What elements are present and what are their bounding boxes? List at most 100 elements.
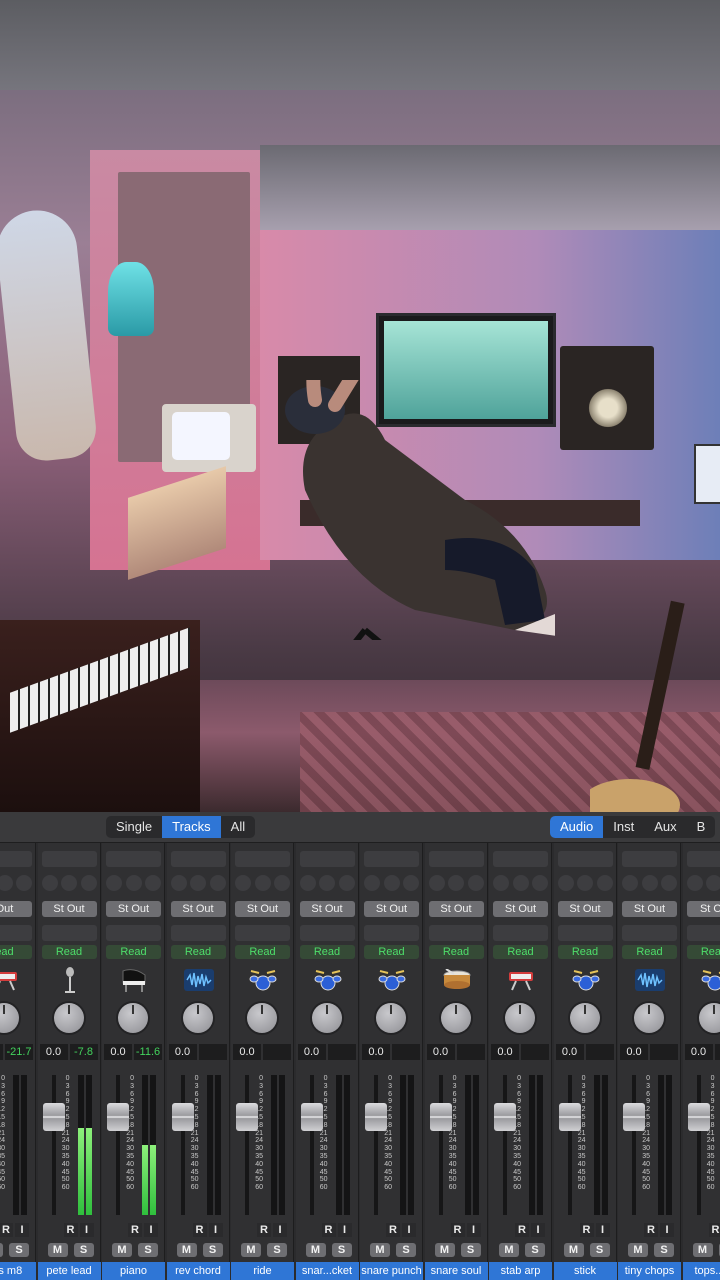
volume-fader[interactable] <box>300 1103 323 1131</box>
drum-kit-icon[interactable] <box>700 965 720 995</box>
automation-mode[interactable]: Read <box>364 945 419 959</box>
group-slot[interactable] <box>428 925 484 941</box>
send-knob[interactable] <box>493 875 509 891</box>
input-monitor-button[interactable]: I <box>531 1223 545 1237</box>
track-name[interactable]: rev chord <box>166 1262 230 1280</box>
pan-knob[interactable] <box>376 1003 406 1033</box>
group-slot[interactable] <box>299 925 355 941</box>
empty-slot[interactable] <box>493 851 548 867</box>
drum-kit-icon[interactable] <box>313 965 343 995</box>
group-slot[interactable] <box>493 925 548 941</box>
mute-button[interactable]: M <box>305 1243 326 1257</box>
record-button[interactable]: R <box>386 1223 400 1237</box>
empty-slot[interactable] <box>622 851 677 867</box>
send-knob[interactable] <box>383 875 400 891</box>
pan-knob[interactable] <box>634 1003 664 1033</box>
mute-button[interactable]: M <box>176 1243 197 1257</box>
input-monitor-button[interactable]: I <box>15 1223 29 1237</box>
automation-mode[interactable]: Read <box>622 945 677 959</box>
solo-button[interactable]: S <box>202 1243 223 1257</box>
mute-button[interactable]: M <box>628 1243 648 1257</box>
send-knob[interactable] <box>125 875 142 891</box>
send-knob[interactable] <box>338 875 355 891</box>
waveform-icon[interactable] <box>183 965 214 995</box>
automation-mode[interactable]: Read <box>557 945 613 959</box>
automation-mode[interactable]: Read <box>299 945 355 959</box>
empty-slot[interactable] <box>235 851 290 867</box>
solo-button[interactable]: S <box>9 1243 29 1257</box>
mute-button[interactable]: M <box>241 1243 261 1257</box>
pan-knob[interactable] <box>53 1003 84 1033</box>
pan-knob[interactable] <box>182 1003 213 1033</box>
automation-mode[interactable]: Read <box>235 945 290 959</box>
keyboard-icon[interactable] <box>506 965 536 995</box>
mute-button[interactable]: M <box>0 1243 3 1257</box>
send-knob[interactable] <box>80 875 97 891</box>
send-knob[interactable] <box>190 875 206 891</box>
send-knob[interactable] <box>0 875 13 891</box>
volume-fader[interactable] <box>429 1103 452 1131</box>
record-button[interactable]: R <box>579 1223 594 1237</box>
filter-audio[interactable]: Audio <box>550 816 604 838</box>
filter-aux[interactable]: Aux <box>644 816 686 838</box>
input-monitor-button[interactable]: I <box>660 1223 674 1237</box>
solo-button[interactable]: S <box>331 1243 352 1257</box>
output-selector[interactable]: St Out <box>622 901 677 917</box>
solo-button[interactable]: S <box>654 1243 674 1257</box>
send-knob[interactable] <box>622 875 638 891</box>
record-button[interactable]: R <box>0 1223 13 1237</box>
output-selector[interactable]: St Out <box>428 901 484 917</box>
pan-knob[interactable] <box>698 1003 720 1033</box>
record-button[interactable]: R <box>450 1223 465 1237</box>
automation-mode[interactable]: Read <box>428 945 484 959</box>
send-knob[interactable] <box>557 875 574 891</box>
pan-knob[interactable] <box>0 1003 19 1033</box>
send-knob[interactable] <box>41 875 58 891</box>
group-slot[interactable] <box>686 925 720 941</box>
record-button[interactable]: R <box>257 1223 271 1237</box>
send-knob[interactable] <box>145 875 161 891</box>
pan-knob[interactable] <box>505 1003 535 1033</box>
pan-knob[interactable] <box>247 1003 277 1033</box>
send-knob[interactable] <box>706 875 720 891</box>
volume-fader[interactable] <box>623 1103 645 1131</box>
track-name[interactable]: ride <box>231 1262 294 1280</box>
automation-mode[interactable]: ead <box>0 945 32 959</box>
snare-drum-icon[interactable] <box>442 965 472 995</box>
send-knob[interactable] <box>596 875 613 891</box>
output-selector[interactable]: St Out <box>235 901 290 917</box>
drum-kit-icon[interactable] <box>248 965 278 995</box>
drum-kit-icon[interactable] <box>571 965 601 995</box>
record-button[interactable]: R <box>192 1223 207 1237</box>
filter-inst[interactable]: Inst <box>603 816 644 838</box>
input-monitor-button[interactable]: I <box>208 1223 223 1237</box>
record-button[interactable]: R <box>708 1223 720 1237</box>
automation-mode[interactable]: Read <box>41 945 97 959</box>
volume-fader[interactable] <box>687 1103 710 1131</box>
track-name[interactable]: piano <box>102 1262 165 1280</box>
group-slot[interactable] <box>364 925 419 941</box>
output-selector[interactable]: St Out <box>364 901 419 917</box>
volume-fader[interactable] <box>236 1103 258 1131</box>
output-selector[interactable]: St Out <box>493 901 548 917</box>
volume-fader[interactable] <box>365 1103 387 1131</box>
input-monitor-button[interactable]: I <box>595 1223 610 1237</box>
record-button[interactable]: R <box>515 1223 529 1237</box>
empty-slot[interactable] <box>557 851 613 867</box>
automation-mode[interactable]: Read <box>493 945 548 959</box>
solo-button[interactable]: S <box>589 1243 610 1257</box>
volume-fader[interactable] <box>42 1103 65 1131</box>
solo-button[interactable]: S <box>267 1243 287 1257</box>
drum-kit-icon[interactable] <box>377 965 407 995</box>
group-slot[interactable] <box>622 925 677 941</box>
output-selector[interactable]: St Out <box>299 901 355 917</box>
solo-button[interactable]: S <box>138 1243 158 1257</box>
track-name[interactable]: ...is m8 <box>0 1262 36 1280</box>
send-knob[interactable] <box>428 875 445 891</box>
send-knob[interactable] <box>641 875 658 891</box>
record-button[interactable]: R <box>644 1223 658 1237</box>
mute-button[interactable]: M <box>692 1243 713 1257</box>
group-slot[interactable] <box>0 925 32 941</box>
output-selector[interactable]: St Out <box>106 901 161 917</box>
track-name[interactable]: tops...m <box>682 1262 720 1280</box>
